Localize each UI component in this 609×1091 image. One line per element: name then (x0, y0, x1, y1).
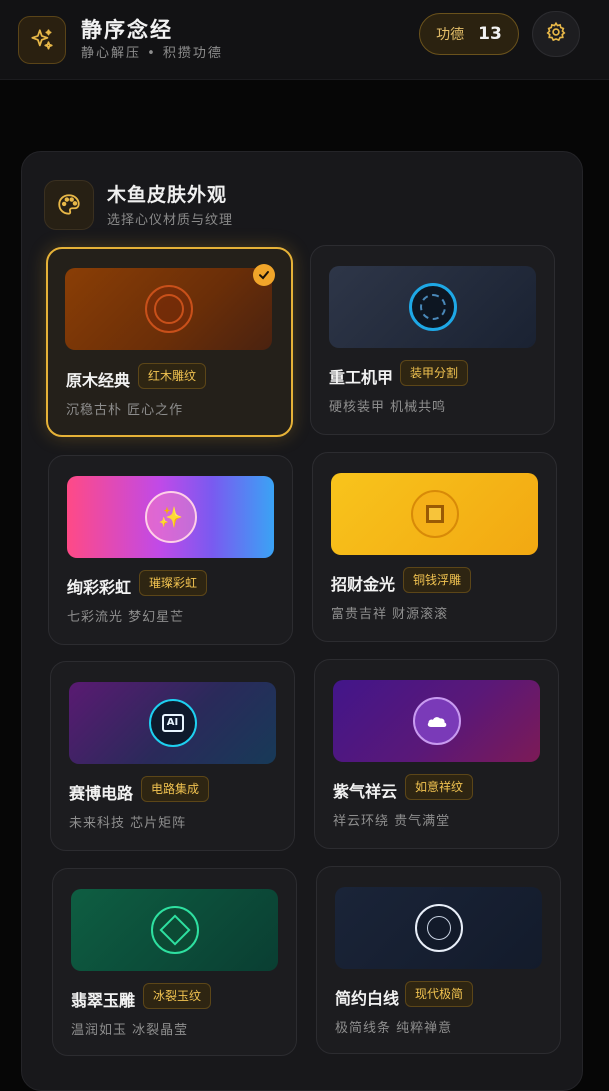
merit-label: 功德 (436, 27, 465, 43)
skin-desc: 硬核装甲 机械共鸣 (329, 400, 447, 415)
skin-tag: 现代极简 (405, 981, 474, 1007)
skin-name: 招财金光 (331, 575, 396, 594)
skin-tag: 冰裂玉纹 (143, 983, 212, 1009)
skin-name: 翡翠玉雕 (71, 991, 136, 1010)
top-bar: 静序念经 静心解压 • 积攒功德 功德 13 (0, 0, 609, 80)
skin-desc: 祥云环绕 贵气满堂 (333, 814, 451, 829)
skin-preview (71, 889, 278, 971)
skin-card-cyber[interactable]: AI 赛博电路 电路集成 未来科技 芯片矩阵 (50, 661, 295, 851)
app-title: 静序念经 (81, 18, 173, 42)
skin-name: 重工机甲 (329, 368, 394, 387)
skin-name: 紫气祥云 (333, 782, 398, 801)
skin-card-purple-cloud[interactable]: 紫气祥云 如意祥纹 祥云环绕 贵气满堂 (314, 659, 559, 849)
skin-preview (331, 473, 538, 555)
mech-ring-icon (408, 283, 457, 331)
wood-ring-icon (144, 285, 193, 333)
skin-desc: 七彩流光 梦幻星芒 (67, 610, 185, 625)
skin-card-gold[interactable]: 招财金光 铜钱浮雕 富贵吉祥 财源滚滚 (312, 452, 557, 642)
skin-desc: 富贵吉祥 财源滚滚 (331, 607, 449, 622)
skin-preview (335, 887, 542, 969)
coin-icon (410, 490, 459, 538)
skin-desc: 沉稳古朴 匠心之作 (66, 403, 184, 418)
gear-icon (545, 21, 567, 47)
section-subtitle: 选择心仪材质与纹理 (107, 213, 234, 228)
skin-tag: 璀璨彩虹 (139, 570, 208, 596)
settings-button[interactable] (532, 11, 580, 57)
skin-card-minimal[interactable]: 简约白线 现代极简 极简线条 纯粹禅意 (316, 866, 561, 1054)
sparkles-icon: ✨ (144, 491, 197, 543)
skin-tag: 如意祥纹 (405, 774, 474, 800)
skin-desc: 极简线条 纯粹禅意 (335, 1021, 453, 1036)
skin-tag: 红木雕纹 (138, 363, 207, 389)
skin-card-jade[interactable]: 翡翠玉雕 冰裂玉纹 温润如玉 冰裂晶莹 (52, 868, 297, 1056)
white-ring-icon (414, 904, 463, 952)
sparkle-icon[interactable] (18, 16, 66, 64)
skin-preview (333, 680, 540, 762)
jade-diamond-icon (150, 906, 199, 954)
skin-name: 原木经典 (66, 371, 131, 390)
ai-chip-icon: AI (148, 699, 197, 747)
section-title: 木鱼皮肤外观 (107, 184, 228, 206)
skin-name: 绚彩彩虹 (67, 578, 132, 597)
skin-tag: 电路集成 (141, 776, 210, 802)
app-subtitle: 静心解压 • 积攒功德 (81, 46, 223, 61)
skin-tag: 装甲分割 (400, 360, 469, 386)
skin-preview: ✨ (67, 476, 274, 558)
merit-count: 13 (478, 24, 502, 44)
skin-preview (65, 268, 272, 350)
skin-desc: 未来科技 芯片矩阵 (69, 816, 187, 831)
merit-counter[interactable]: 功德 13 (419, 13, 519, 55)
check-icon (253, 264, 275, 286)
skin-preview: AI (69, 682, 276, 764)
skin-preview (329, 266, 536, 348)
palette-icon (44, 180, 94, 230)
skin-card-rainbow[interactable]: ✨ 绚彩彩虹 璀璨彩虹 七彩流光 梦幻星芒 (48, 455, 293, 645)
skin-desc: 温润如玉 冰裂晶莹 (71, 1023, 189, 1038)
skin-name: 赛博电路 (69, 784, 134, 803)
skin-tag: 铜钱浮雕 (403, 567, 472, 593)
skin-card-wood[interactable]: 原木经典 红木雕纹 沉稳古朴 匠心之作 (46, 247, 293, 437)
skin-card-mech[interactable]: 重工机甲 装甲分割 硬核装甲 机械共鸣 (310, 245, 555, 435)
cloud-icon (412, 697, 461, 745)
skin-name: 简约白线 (335, 989, 400, 1008)
